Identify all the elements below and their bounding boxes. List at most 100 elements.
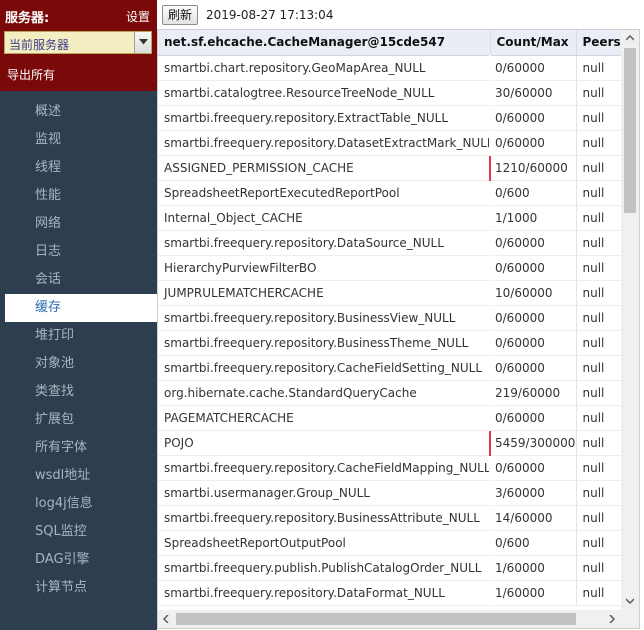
cache-name-cell: POJO xyxy=(158,430,491,456)
peers-cell: null xyxy=(576,230,621,256)
count-max-cell: 0/600 xyxy=(490,180,577,206)
table-row: smartbi.catalogtree.ResourceTreeNode_NUL… xyxy=(158,80,621,106)
sidebar-item[interactable]: 网络 xyxy=(0,210,157,238)
settings-link[interactable]: 设置 xyxy=(126,8,150,25)
sidebar-item[interactable]: wsdl地址 xyxy=(0,462,157,490)
table-row: smartbi.freequery.repository.CacheFieldS… xyxy=(158,355,621,381)
cache-table-container: net.sf.ehcache.CacheManager@15cde547 Cou… xyxy=(157,29,640,629)
cache-table-viewport: net.sf.ehcache.CacheManager@15cde547 Cou… xyxy=(158,30,621,610)
table-row: PAGEMATCHERCACHE 0/60000 null xyxy=(158,405,621,431)
sidebar-item[interactable]: 性能 xyxy=(0,182,157,210)
cache-name-cell: smartbi.freequery.publish.PublishCatalog… xyxy=(158,555,491,581)
peers-cell: null xyxy=(576,80,621,106)
sidebar-item[interactable]: log4j信息 xyxy=(0,490,157,518)
peers-cell: null xyxy=(576,155,621,181)
table-row: JUMPRULEMATCHERCACHE 10/60000 null xyxy=(158,280,621,306)
server-select[interactable]: 当前服务器 xyxy=(4,31,152,54)
cache-name-cell: Internal_Object_CACHE xyxy=(158,205,491,231)
sidebar-item[interactable]: SQL监控 xyxy=(0,518,157,546)
table-row: smartbi.freequery.repository.BusinessAtt… xyxy=(158,505,621,531)
table-row: POJO 5459/300000 null xyxy=(158,430,621,456)
peers-cell: null xyxy=(576,380,621,406)
cache-name-cell: smartbi.chart.repository.GeoMapArea_NULL xyxy=(158,55,491,81)
peers-cell: null xyxy=(576,455,621,481)
scroll-corner xyxy=(621,610,639,628)
count-max-cell: 1/60000 xyxy=(490,555,577,581)
cache-name-cell: smartbi.freequery.repository.ExtractTabl… xyxy=(158,105,491,131)
scroll-left-arrow-icon[interactable] xyxy=(158,610,175,628)
chevron-down-icon[interactable] xyxy=(134,32,151,53)
count-max-cell: 0/60000 xyxy=(490,405,577,431)
cache-name-cell: smartbi.catalogtree.ResourceTreeNode_NUL… xyxy=(158,80,491,106)
count-max-cell: 0/600 xyxy=(490,530,577,556)
column-header-peers: Peers xyxy=(576,30,621,56)
cache-name-cell: smartbi.freequery.repository.DataSource_… xyxy=(158,230,491,256)
table-row: smartbi.freequery.repository.CacheFieldM… xyxy=(158,455,621,481)
peers-cell: null xyxy=(576,405,621,431)
peers-cell: null xyxy=(576,555,621,581)
scroll-right-arrow-icon[interactable] xyxy=(604,610,621,628)
table-row: smartbi.freequery.repository.BusinessThe… xyxy=(158,330,621,356)
sidebar-item[interactable]: 类查找 xyxy=(0,378,157,406)
peers-cell: null xyxy=(576,180,621,206)
sidebar-item[interactable]: 扩展包 xyxy=(0,406,157,434)
peers-cell: null xyxy=(576,330,621,356)
table-row: HierarchyPurviewFilterBO 0/60000 null xyxy=(158,255,621,281)
export-all-link[interactable]: 导出所有 xyxy=(7,66,55,83)
sidebar-item[interactable]: 概述 xyxy=(0,98,157,126)
cache-name-cell: smartbi.freequery.repository.CacheFieldS… xyxy=(158,355,491,381)
count-max-cell: 0/60000 xyxy=(490,330,577,356)
count-max-cell: 1210/60000 xyxy=(489,155,577,181)
scroll-down-arrow-icon[interactable] xyxy=(621,593,639,610)
count-max-cell: 219/60000 xyxy=(490,380,577,406)
table-row: org.hibernate.cache.StandardQueryCache 21… xyxy=(158,380,621,406)
left-panel: 服务器: 设置 当前服务器 导出所有 概述 监视 线程 性能 网络 日志 会话 缓存 堆打印 对象… xyxy=(0,0,157,630)
cache-name-cell: PAGEMATCHERCACHE xyxy=(158,405,491,431)
count-max-cell: 10/60000 xyxy=(490,280,577,306)
table-header-row: net.sf.ehcache.CacheManager@15cde547 Cou… xyxy=(158,30,621,56)
cache-name-cell: smartbi.freequery.repository.CacheFieldM… xyxy=(158,455,491,481)
horizontal-scrollbar[interactable] xyxy=(158,610,621,628)
toolbar: 刷新 2019-08-27 17:13:04 xyxy=(157,0,644,29)
server-select-value: 当前服务器 xyxy=(9,38,70,52)
scroll-up-arrow-icon[interactable] xyxy=(621,30,639,47)
cache-name-cell: SpreadsheetReportOutputPool xyxy=(158,530,491,556)
peers-cell: null xyxy=(576,130,621,156)
vertical-scroll-thumb[interactable] xyxy=(624,48,636,213)
cache-name-cell: smartbi.freequery.repository.DatasetExtr… xyxy=(158,130,491,156)
table-row: smartbi.usermanager.Group_NULL 3/60000 nul… xyxy=(158,480,621,506)
sidebar-item[interactable]: 计算节点 xyxy=(0,574,157,602)
peers-cell: null xyxy=(576,530,621,556)
sidebar-nav: 概述 监视 线程 性能 网络 日志 会话 缓存 堆打印 对象池 类查找 扩展包 所有字体 wsdl地址 lo… xyxy=(0,98,157,602)
table-row: Internal_Object_CACHE 1/1000 null xyxy=(158,205,621,231)
sidebar-item[interactable]: 堆打印 xyxy=(0,322,157,350)
sidebar-item[interactable]: 监视 xyxy=(0,126,157,154)
cache-name-cell: SpreadsheetReportExecutedReportPool xyxy=(158,180,491,206)
refresh-button[interactable]: 刷新 xyxy=(162,5,198,25)
timestamp: 2019-08-27 17:13:04 xyxy=(206,8,334,22)
sidebar-item[interactable]: 缓存 xyxy=(5,294,157,322)
count-max-cell: 0/60000 xyxy=(490,55,577,81)
peers-cell: null xyxy=(576,305,621,331)
sidebar-item[interactable]: DAG引擎 xyxy=(0,546,157,574)
sidebar-item[interactable]: 日志 xyxy=(0,238,157,266)
vertical-scrollbar[interactable] xyxy=(621,30,639,610)
cache-table: net.sf.ehcache.CacheManager@15cde547 Cou… xyxy=(158,30,621,606)
horizontal-scroll-thumb[interactable] xyxy=(176,613,576,625)
count-max-cell: 0/60000 xyxy=(490,255,577,281)
sidebar-item[interactable]: 所有字体 xyxy=(0,434,157,462)
count-max-cell: 3/60000 xyxy=(490,480,577,506)
peers-cell: null xyxy=(576,580,621,606)
sidebar-item[interactable]: 会话 xyxy=(0,266,157,294)
peers-cell: null xyxy=(576,505,621,531)
count-max-cell: 1/1000 xyxy=(490,205,577,231)
cache-table-body: smartbi.chart.repository.GeoMapArea_NULL… xyxy=(158,55,621,606)
table-row: SpreadsheetReportOutputPool 0/600 null xyxy=(158,530,621,556)
count-max-cell: 5459/300000 xyxy=(489,430,577,456)
sidebar-item[interactable]: 线程 xyxy=(0,154,157,182)
sidebar-item[interactable]: 对象池 xyxy=(0,350,157,378)
table-row: smartbi.chart.repository.GeoMapArea_NULL… xyxy=(158,55,621,81)
cache-name-cell: smartbi.freequery.repository.BusinessThe… xyxy=(158,330,491,356)
column-header-count-max: Count/Max xyxy=(490,30,577,56)
table-row: smartbi.freequery.repository.DatasetExtr… xyxy=(158,130,621,156)
